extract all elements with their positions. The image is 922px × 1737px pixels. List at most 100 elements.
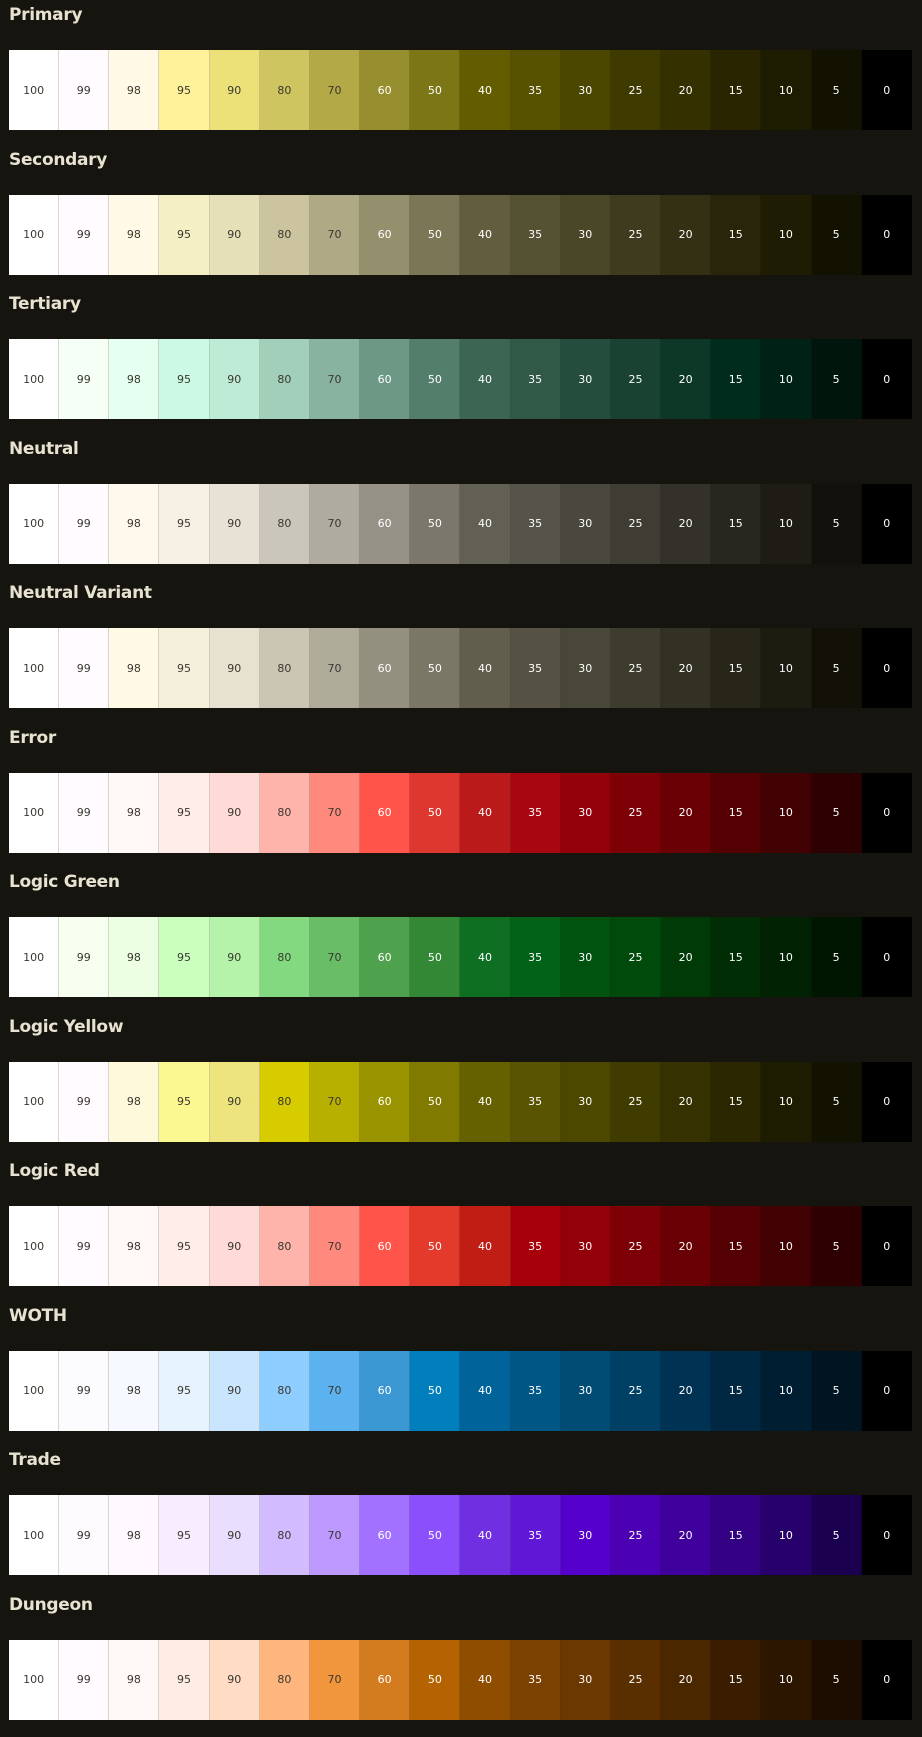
tone-swatch-10: 10	[761, 1350, 812, 1431]
tone-swatch-35: 35	[510, 628, 561, 708]
tone-swatch-60: 60	[360, 772, 411, 853]
tone-swatch-99: 99	[59, 483, 110, 564]
tone-swatch-25: 25	[610, 194, 662, 275]
tone-swatch-80: 80	[259, 772, 310, 853]
tone-swatch-95: 95	[159, 1206, 210, 1286]
tone-swatch-5: 5	[811, 917, 862, 997]
palette-title: Logic Red	[9, 1161, 100, 1181]
tone-swatch-98: 98	[109, 1495, 160, 1575]
tone-swatch-50: 50	[410, 339, 461, 419]
tone-swatch-70: 70	[309, 628, 361, 708]
palette-title: WOTH	[9, 1305, 67, 1326]
tone-swatch-100: 100	[9, 917, 60, 997]
tone-swatch-100: 100	[9, 772, 60, 853]
palette-title: Dungeon	[9, 1594, 93, 1615]
tone-swatch-95: 95	[159, 1495, 210, 1575]
tone-swatch-10: 10	[761, 1206, 812, 1286]
tone-swatch-20: 20	[661, 1350, 712, 1431]
tone-swatch-40: 40	[460, 1495, 511, 1575]
tone-swatch-60: 60	[360, 339, 411, 419]
tone-swatch-60: 60	[360, 1495, 411, 1575]
swatch-row: 100 99 98 95 90 80 70 60 50 40 35 30 25 20 15 10 5 0	[9, 483, 912, 564]
tone-swatch-90: 90	[209, 339, 260, 419]
swatch-row: 100 99 98 95 90 80 70 60 50 40 35 30 25 20 15 10 5 0	[9, 628, 912, 708]
tone-swatch-99: 99	[59, 1350, 110, 1431]
tone-swatch-95: 95	[159, 1061, 210, 1142]
palette-title: Logic Yellow	[9, 1016, 124, 1037]
tone-swatch-90: 90	[209, 194, 260, 275]
tone-swatch-80: 80	[259, 1061, 310, 1142]
palette-logic-yellow: Logic Yellow 100 99 98 95 90 80 70 60 50 40 35 30 25 2…	[0, 1012, 922, 1156]
tone-swatch-30: 30	[560, 628, 611, 708]
tone-swatch-95: 95	[159, 772, 210, 853]
tone-swatch-40: 40	[460, 1061, 511, 1142]
palette-logic-green: Logic Green 100 99 98 95 90 80 70 60 50 40 35 30 25 20…	[0, 867, 922, 1011]
tone-swatch-100: 100	[9, 628, 60, 708]
tone-swatch-40: 40	[460, 483, 511, 564]
tone-swatch-5: 5	[811, 194, 862, 275]
tone-swatch-15: 15	[711, 1061, 762, 1142]
tone-swatch-100: 100	[9, 1350, 60, 1431]
tone-swatch-35: 35	[510, 1206, 561, 1286]
tone-swatch-20: 20	[661, 1061, 712, 1142]
tone-swatch-40: 40	[460, 1206, 511, 1286]
tone-swatch-30: 30	[560, 50, 611, 130]
tone-swatch-30: 30	[560, 1495, 611, 1575]
tone-swatch-95: 95	[159, 194, 210, 275]
palette-woth: WOTH 100 99 98 95 90 80 70 60 50 40 35 30 25 20 15 10 5 0	[0, 1301, 922, 1445]
tone-swatch-25: 25	[610, 1061, 662, 1142]
tone-swatch-15: 15	[711, 628, 762, 708]
tone-swatch-90: 90	[209, 50, 260, 130]
tone-swatch-0: 0	[861, 194, 912, 275]
tone-swatch-15: 15	[711, 339, 762, 419]
tone-swatch-60: 60	[360, 1639, 411, 1720]
tone-swatch-20: 20	[661, 628, 712, 708]
tone-swatch-30: 30	[560, 194, 611, 275]
tone-swatch-98: 98	[109, 772, 160, 853]
palette-title: Tertiary	[9, 294, 81, 314]
tone-swatch-80: 80	[259, 1206, 310, 1286]
tone-swatch-5: 5	[811, 1350, 862, 1431]
tone-swatch-80: 80	[259, 1495, 310, 1575]
tone-swatch-99: 99	[59, 772, 110, 853]
tone-swatch-25: 25	[610, 772, 662, 853]
tone-swatch-99: 99	[59, 628, 110, 708]
tone-swatch-95: 95	[159, 339, 210, 419]
tone-swatch-0: 0	[861, 628, 912, 708]
tone-swatch-50: 50	[410, 1495, 461, 1575]
tone-swatch-5: 5	[811, 1206, 862, 1286]
tone-swatch-0: 0	[861, 917, 912, 997]
tone-swatch-0: 0	[861, 1206, 912, 1286]
tone-swatch-95: 95	[159, 50, 210, 130]
tone-swatch-98: 98	[109, 1639, 160, 1720]
tone-swatch-98: 98	[109, 1061, 160, 1142]
tone-swatch-20: 20	[661, 483, 712, 564]
tone-swatch-100: 100	[9, 194, 60, 275]
tone-swatch-100: 100	[9, 1061, 60, 1142]
tone-swatch-35: 35	[510, 1495, 561, 1575]
tone-swatch-70: 70	[309, 194, 361, 275]
tone-swatch-10: 10	[761, 194, 812, 275]
tone-swatch-70: 70	[309, 1495, 361, 1575]
tone-swatch-15: 15	[711, 1350, 762, 1431]
tone-swatch-90: 90	[209, 1061, 260, 1142]
swatch-row: 100 99 98 95 90 80 70 60 50 40 35 30 25 20 15 10 5 0	[9, 772, 912, 853]
tone-swatch-60: 60	[360, 50, 411, 130]
tone-swatch-80: 80	[259, 50, 310, 130]
tone-swatch-20: 20	[661, 1639, 712, 1720]
swatch-row: 100 99 98 95 90 80 70 60 50 40 35 30 25 20 15 10 5 0	[9, 50, 912, 130]
tone-swatch-40: 40	[460, 194, 511, 275]
tone-swatch-99: 99	[59, 1061, 110, 1142]
tone-swatch-20: 20	[661, 50, 712, 130]
swatch-row: 100 99 98 95 90 80 70 60 50 40 35 30 25 20 15 10 5 0	[9, 917, 912, 997]
tone-swatch-35: 35	[510, 483, 561, 564]
palette-dungeon: Dungeon 100 99 98 95 90 80 70 60 50 40 35 30 25 20 15 10…	[0, 1590, 922, 1734]
palette-title: Neutral	[9, 438, 79, 459]
tone-swatch-95: 95	[159, 628, 210, 708]
tone-swatch-50: 50	[410, 1206, 461, 1286]
tone-swatch-70: 70	[309, 1639, 361, 1720]
tone-swatch-70: 70	[309, 917, 361, 997]
tone-swatch-60: 60	[360, 917, 411, 997]
palette-title: Secondary	[9, 149, 108, 170]
tone-swatch-10: 10	[761, 50, 812, 130]
